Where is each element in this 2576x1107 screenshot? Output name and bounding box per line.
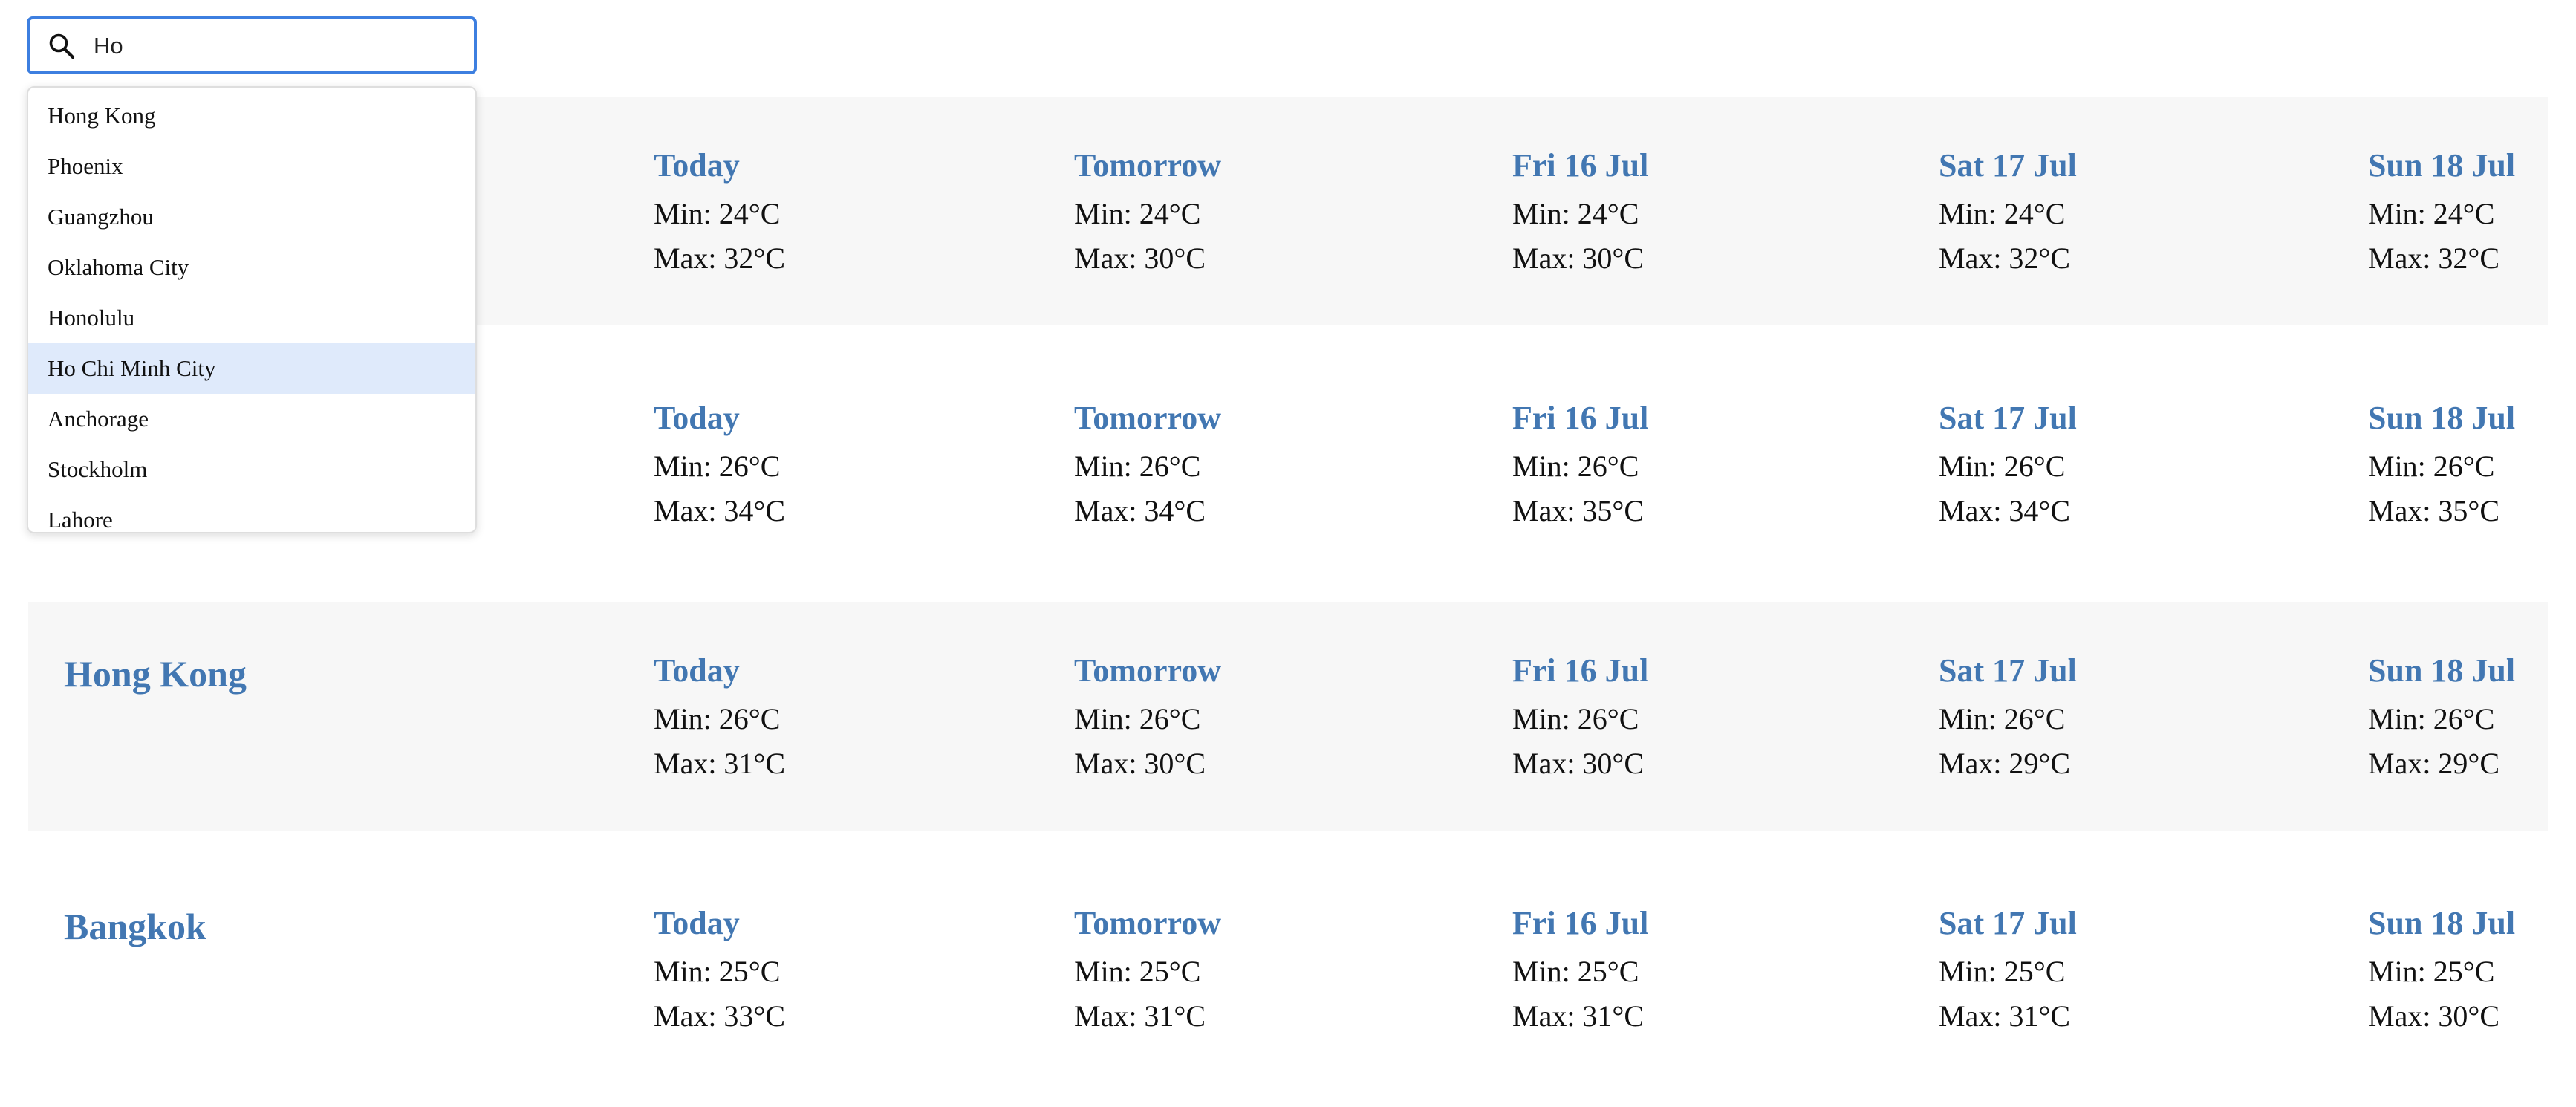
day-forecast: Today Min: 24°C Max: 32°C bbox=[654, 140, 785, 281]
day-forecast: Sun 18 Jul Min: 24°C Max: 32°C bbox=[2368, 140, 2515, 281]
day-forecast: Today Min: 26°C Max: 31°C bbox=[654, 645, 785, 786]
suggestion-item[interactable]: Lahore bbox=[28, 495, 475, 532]
day-label: Today bbox=[654, 147, 740, 184]
day-forecast: Fri 16 Jul Min: 24°C Max: 30°C bbox=[1512, 140, 1648, 281]
day-forecast: Sun 18 Jul Min: 25°C Max: 30°C bbox=[2368, 897, 2515, 1039]
suggestion-item[interactable]: Stockholm bbox=[28, 444, 475, 495]
min-temp: Min: 24°C bbox=[1074, 197, 1201, 230]
min-temp: Min: 26°C bbox=[1512, 449, 1639, 483]
suggestion-item[interactable]: Anchorage bbox=[28, 394, 475, 444]
max-temp: Max: 34°C bbox=[1074, 494, 1206, 527]
min-temp: Min: 24°C bbox=[654, 197, 781, 230]
day-forecast: Sun 18 Jul Min: 26°C Max: 35°C bbox=[2368, 392, 2515, 533]
suggestion-item-highlighted[interactable]: Ho Chi Minh City bbox=[28, 343, 475, 394]
max-temp: Max: 33°C bbox=[654, 999, 786, 1033]
min-temp: Min: 25°C bbox=[2368, 955, 2495, 988]
search-icon bbox=[46, 30, 79, 63]
day-label: Today bbox=[654, 400, 740, 436]
min-temp: Min: 24°C bbox=[1512, 197, 1639, 230]
max-temp: Max: 30°C bbox=[1512, 241, 1645, 275]
min-temp: Min: 26°C bbox=[654, 449, 781, 483]
city-row: Bangkok Today Min: 25°C Max: 33°C Tomorr… bbox=[28, 854, 2548, 1083]
day-forecast: Sat 17 Jul Min: 26°C Max: 29°C bbox=[1939, 645, 2077, 786]
day-forecast: Fri 16 Jul Min: 25°C Max: 31°C bbox=[1512, 897, 1648, 1039]
suggestion-item[interactable]: Honolulu bbox=[28, 293, 475, 343]
max-temp: Max: 29°C bbox=[2368, 747, 2500, 780]
day-forecast: Today Min: 26°C Max: 34°C bbox=[654, 392, 785, 533]
min-temp: Min: 26°C bbox=[2368, 449, 2495, 483]
day-label: Sat 17 Jul bbox=[1939, 652, 2077, 689]
day-label: Sat 17 Jul bbox=[1939, 147, 2077, 184]
max-temp: Max: 30°C bbox=[2368, 999, 2500, 1033]
day-forecast: Sun 18 Jul Min: 26°C Max: 29°C bbox=[2368, 645, 2515, 786]
day-label: Sat 17 Jul bbox=[1939, 905, 2077, 941]
min-temp: Min: 24°C bbox=[2368, 197, 2495, 230]
max-temp: Max: 31°C bbox=[654, 747, 786, 780]
min-temp: Min: 26°C bbox=[2368, 702, 2495, 736]
day-label: Tomorrow bbox=[1074, 147, 1221, 184]
day-label: Today bbox=[654, 652, 740, 689]
city-row: Hong Kong Today Min: 26°C Max: 31°C Tomo… bbox=[28, 602, 2548, 831]
suggestion-item[interactable]: Oklahoma City bbox=[28, 242, 475, 293]
day-forecast: Tomorrow Min: 25°C Max: 31°C bbox=[1074, 897, 1221, 1039]
day-label: Sun 18 Jul bbox=[2368, 905, 2516, 941]
city-name: Bangkok bbox=[64, 906, 206, 947]
max-temp: Max: 35°C bbox=[1512, 494, 1645, 527]
suggestion-item[interactable]: Hong Kong bbox=[28, 91, 475, 141]
day-forecast: Sat 17 Jul Min: 26°C Max: 34°C bbox=[1939, 392, 2077, 533]
max-temp: Max: 32°C bbox=[1939, 241, 2071, 275]
autocomplete-dropdown: Hong Kong Phoenix Guangzhou Oklahoma Cit… bbox=[27, 86, 477, 533]
day-label: Tomorrow bbox=[1074, 905, 1221, 941]
suggestion-item[interactable]: Phoenix bbox=[28, 141, 475, 192]
day-label: Tomorrow bbox=[1074, 652, 1221, 689]
day-forecast: Fri 16 Jul Min: 26°C Max: 35°C bbox=[1512, 392, 1648, 533]
city-name: Hong Kong bbox=[64, 653, 247, 695]
max-temp: Max: 30°C bbox=[1074, 241, 1206, 275]
min-temp: Min: 25°C bbox=[1939, 955, 2066, 988]
max-temp: Max: 29°C bbox=[1939, 747, 2071, 780]
max-temp: Max: 31°C bbox=[1939, 999, 2071, 1033]
min-temp: Min: 25°C bbox=[654, 955, 781, 988]
day-label: Fri 16 Jul bbox=[1512, 147, 1649, 184]
min-temp: Min: 26°C bbox=[654, 702, 781, 736]
min-temp: Min: 26°C bbox=[1512, 702, 1639, 736]
day-label: Sun 18 Jul bbox=[2368, 147, 2516, 184]
max-temp: Max: 31°C bbox=[1512, 999, 1645, 1033]
day-forecast: Sat 17 Jul Min: 24°C Max: 32°C bbox=[1939, 140, 2077, 281]
min-temp: Min: 26°C bbox=[1939, 449, 2066, 483]
max-temp: Max: 34°C bbox=[654, 494, 786, 527]
max-temp: Max: 30°C bbox=[1074, 747, 1206, 780]
day-forecast: Sat 17 Jul Min: 25°C Max: 31°C bbox=[1939, 897, 2077, 1039]
day-label: Fri 16 Jul bbox=[1512, 905, 1649, 941]
day-label: Sun 18 Jul bbox=[2368, 400, 2516, 436]
max-temp: Max: 32°C bbox=[654, 241, 786, 275]
min-temp: Min: 26°C bbox=[1074, 702, 1201, 736]
min-temp: Min: 25°C bbox=[1074, 955, 1201, 988]
suggestion-item[interactable]: Guangzhou bbox=[28, 192, 475, 242]
search-input[interactable] bbox=[94, 28, 465, 64]
day-label: Fri 16 Jul bbox=[1512, 652, 1649, 689]
day-forecast: Tomorrow Min: 26°C Max: 34°C bbox=[1074, 392, 1221, 533]
day-forecast: Fri 16 Jul Min: 26°C Max: 30°C bbox=[1512, 645, 1648, 786]
day-forecast: Tomorrow Min: 24°C Max: 30°C bbox=[1074, 140, 1221, 281]
day-label: Fri 16 Jul bbox=[1512, 400, 1649, 436]
day-label: Tomorrow bbox=[1074, 400, 1221, 436]
search-box[interactable] bbox=[27, 16, 477, 74]
day-label: Today bbox=[654, 905, 740, 941]
min-temp: Min: 25°C bbox=[1512, 955, 1639, 988]
day-label: Sat 17 Jul bbox=[1939, 400, 2077, 436]
min-temp: Min: 26°C bbox=[1074, 449, 1201, 483]
max-temp: Max: 31°C bbox=[1074, 999, 1206, 1033]
suggestion-list: Hong Kong Phoenix Guangzhou Oklahoma Cit… bbox=[28, 88, 475, 532]
day-label: Sun 18 Jul bbox=[2368, 652, 2516, 689]
day-forecast: Tomorrow Min: 26°C Max: 30°C bbox=[1074, 645, 1221, 786]
max-temp: Max: 30°C bbox=[1512, 747, 1645, 780]
min-temp: Min: 24°C bbox=[1939, 197, 2066, 230]
day-forecast: Today Min: 25°C Max: 33°C bbox=[654, 897, 785, 1039]
max-temp: Max: 32°C bbox=[2368, 241, 2500, 275]
max-temp: Max: 35°C bbox=[2368, 494, 2500, 527]
max-temp: Max: 34°C bbox=[1939, 494, 2071, 527]
min-temp: Min: 26°C bbox=[1939, 702, 2066, 736]
